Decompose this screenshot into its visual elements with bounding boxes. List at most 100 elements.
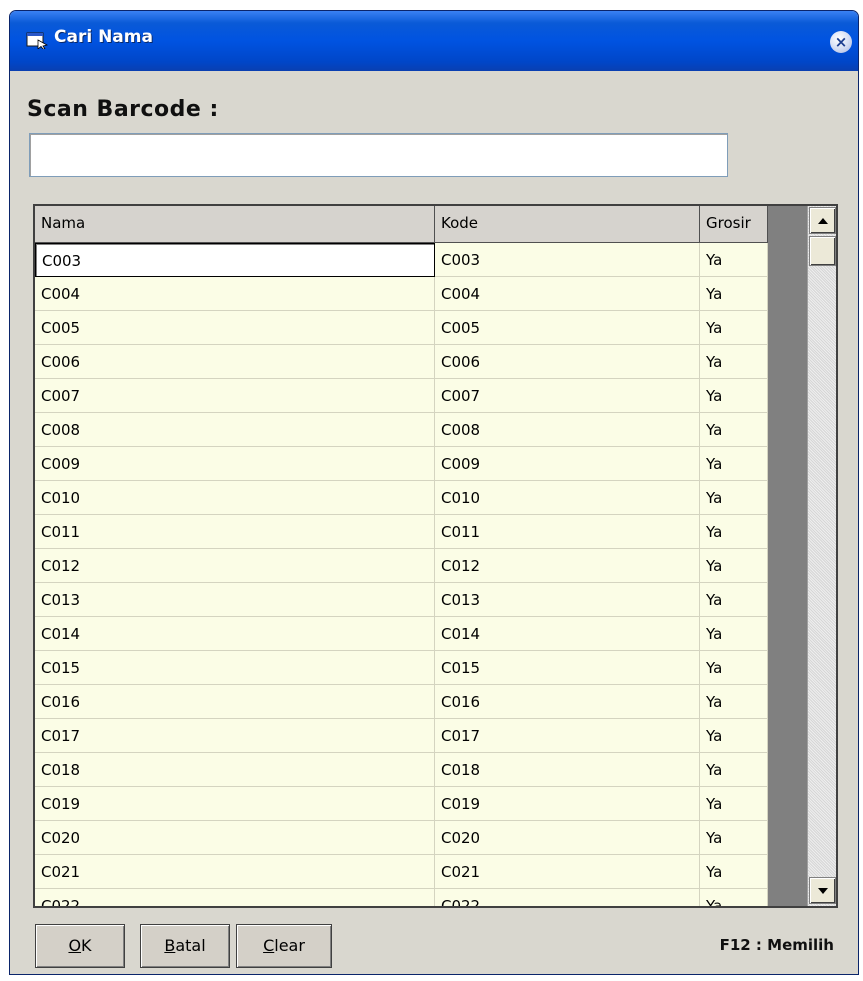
column-header-nama[interactable]: Nama bbox=[35, 206, 435, 243]
table-row[interactable]: C020 C020 Ya bbox=[35, 821, 770, 855]
vertical-scrollbar[interactable] bbox=[807, 206, 836, 906]
cell-kode[interactable]: C006 bbox=[435, 345, 700, 379]
table-row[interactable]: C021 C021 Ya bbox=[35, 855, 770, 889]
table-row[interactable]: C019 C019 Ya bbox=[35, 787, 770, 821]
cell-kode[interactable]: C019 bbox=[435, 787, 700, 821]
cell-nama[interactable]: C021 bbox=[35, 855, 435, 889]
table-row[interactable]: C005 C005 Ya bbox=[35, 311, 770, 345]
cell-grosir[interactable]: Ya bbox=[700, 549, 768, 583]
cell-grosir[interactable]: Ya bbox=[700, 787, 768, 821]
cell-grosir[interactable]: Ya bbox=[700, 515, 768, 549]
cell-grosir[interactable]: Ya bbox=[700, 379, 768, 413]
cell-grosir[interactable]: Ya bbox=[700, 447, 768, 481]
table-row[interactable]: C007 C007 Ya bbox=[35, 379, 770, 413]
cell-grosir[interactable]: Ya bbox=[700, 821, 768, 855]
cell-kode[interactable]: C003 bbox=[435, 243, 700, 277]
cell-nama[interactable]: C003 bbox=[35, 243, 435, 277]
cell-grosir[interactable]: Ya bbox=[700, 753, 768, 787]
batal-button[interactable]: Batal bbox=[140, 924, 230, 968]
ok-button[interactable]: OK bbox=[35, 924, 125, 968]
cell-kode[interactable]: C016 bbox=[435, 685, 700, 719]
cell-kode[interactable]: C005 bbox=[435, 311, 700, 345]
cell-grosir[interactable]: Ya bbox=[700, 889, 768, 906]
cell-kode[interactable]: C007 bbox=[435, 379, 700, 413]
cell-kode[interactable]: C017 bbox=[435, 719, 700, 753]
cell-nama[interactable]: C014 bbox=[35, 617, 435, 651]
cell-nama[interactable]: C005 bbox=[35, 311, 435, 345]
results-grid[interactable]: Nama Kode Grosir C003 C003 Ya C004 C004 Ya C00… bbox=[33, 204, 838, 908]
cell-grosir[interactable]: Ya bbox=[700, 311, 768, 345]
cell-grosir[interactable]: Ya bbox=[700, 413, 768, 447]
cell-grosir[interactable]: Ya bbox=[700, 855, 768, 889]
cell-kode[interactable]: C008 bbox=[435, 413, 700, 447]
cell-kode[interactable]: C004 bbox=[435, 277, 700, 311]
table-row[interactable]: C006 C006 Ya bbox=[35, 345, 770, 379]
cell-grosir[interactable]: Ya bbox=[700, 345, 768, 379]
cell-nama[interactable]: C009 bbox=[35, 447, 435, 481]
cell-kode[interactable]: C014 bbox=[435, 617, 700, 651]
cell-nama[interactable]: C019 bbox=[35, 787, 435, 821]
cell-kode[interactable]: C022 bbox=[435, 889, 700, 906]
table-row[interactable]: C009 C009 Ya bbox=[35, 447, 770, 481]
table-row[interactable]: C004 C004 Ya bbox=[35, 277, 770, 311]
cell-grosir[interactable]: Ya bbox=[700, 651, 768, 685]
table-row[interactable]: C010 C010 Ya bbox=[35, 481, 770, 515]
cell-nama[interactable]: C007 bbox=[35, 379, 435, 413]
cell-kode[interactable]: C018 bbox=[435, 753, 700, 787]
batal-button-accel: B bbox=[164, 936, 176, 955]
table-row[interactable]: C015 C015 Ya bbox=[35, 651, 770, 685]
app-window-icon bbox=[26, 32, 48, 49]
cell-nama[interactable]: C010 bbox=[35, 481, 435, 515]
cell-grosir[interactable]: Ya bbox=[700, 583, 768, 617]
cell-grosir[interactable]: Ya bbox=[700, 243, 768, 277]
shortcut-hint: F12 : Memilih bbox=[719, 936, 834, 954]
table-row[interactable]: C017 C017 Ya bbox=[35, 719, 770, 753]
scroll-up-button[interactable] bbox=[809, 207, 836, 234]
table-row[interactable]: C018 C018 Ya bbox=[35, 753, 770, 787]
cell-nama[interactable]: C011 bbox=[35, 515, 435, 549]
dialog-body: Scan Barcode : Nama Kode Grosir C003 C003… bbox=[10, 71, 858, 974]
column-header-kode[interactable]: Kode bbox=[435, 206, 700, 243]
cell-nama[interactable]: C004 bbox=[35, 277, 435, 311]
cell-nama[interactable]: C012 bbox=[35, 549, 435, 583]
clear-button[interactable]: Clear bbox=[236, 924, 332, 968]
cell-nama[interactable]: C013 bbox=[35, 583, 435, 617]
grid-body: Nama Kode Grosir C003 C003 Ya C004 C004 Ya C00… bbox=[35, 206, 770, 906]
table-row[interactable]: C011 C011 Ya bbox=[35, 515, 770, 549]
cell-kode[interactable]: C009 bbox=[435, 447, 700, 481]
table-row[interactable]: C013 C013 Ya bbox=[35, 583, 770, 617]
scan-barcode-input[interactable] bbox=[29, 133, 728, 177]
table-row[interactable]: C008 C008 Ya bbox=[35, 413, 770, 447]
cell-kode[interactable]: C012 bbox=[435, 549, 700, 583]
cell-nama[interactable]: C016 bbox=[35, 685, 435, 719]
column-header-grosir[interactable]: Grosir bbox=[700, 206, 768, 243]
scroll-thumb[interactable] bbox=[809, 236, 836, 266]
cell-kode[interactable]: C013 bbox=[435, 583, 700, 617]
cell-kode[interactable]: C020 bbox=[435, 821, 700, 855]
cell-grosir[interactable]: Ya bbox=[700, 617, 768, 651]
close-icon[interactable]: × bbox=[830, 31, 852, 53]
table-row[interactable]: C012 C012 Ya bbox=[35, 549, 770, 583]
table-row[interactable]: C003 C003 Ya bbox=[35, 243, 770, 277]
cell-grosir[interactable]: Ya bbox=[700, 719, 768, 753]
cell-grosir[interactable]: Ya bbox=[700, 277, 768, 311]
cell-nama[interactable]: C018 bbox=[35, 753, 435, 787]
cell-grosir[interactable]: Ya bbox=[700, 685, 768, 719]
cell-kode[interactable]: C011 bbox=[435, 515, 700, 549]
batal-button-label: atal bbox=[175, 936, 206, 955]
cell-nama[interactable]: C008 bbox=[35, 413, 435, 447]
cell-nama[interactable]: C017 bbox=[35, 719, 435, 753]
scroll-down-button[interactable] bbox=[809, 877, 836, 904]
cell-kode[interactable]: C015 bbox=[435, 651, 700, 685]
cell-kode[interactable]: C010 bbox=[435, 481, 700, 515]
table-row[interactable]: C016 C016 Ya bbox=[35, 685, 770, 719]
cell-grosir[interactable]: Ya bbox=[700, 481, 768, 515]
cell-kode[interactable]: C021 bbox=[435, 855, 700, 889]
cell-nama[interactable]: C020 bbox=[35, 821, 435, 855]
title-bar[interactable]: Cari Nama × bbox=[10, 11, 858, 71]
table-row[interactable]: C022 C022 Ya bbox=[35, 889, 770, 906]
cell-nama[interactable]: C022 bbox=[35, 889, 435, 906]
cell-nama[interactable]: C006 bbox=[35, 345, 435, 379]
cell-nama[interactable]: C015 bbox=[35, 651, 435, 685]
table-row[interactable]: C014 C014 Ya bbox=[35, 617, 770, 651]
